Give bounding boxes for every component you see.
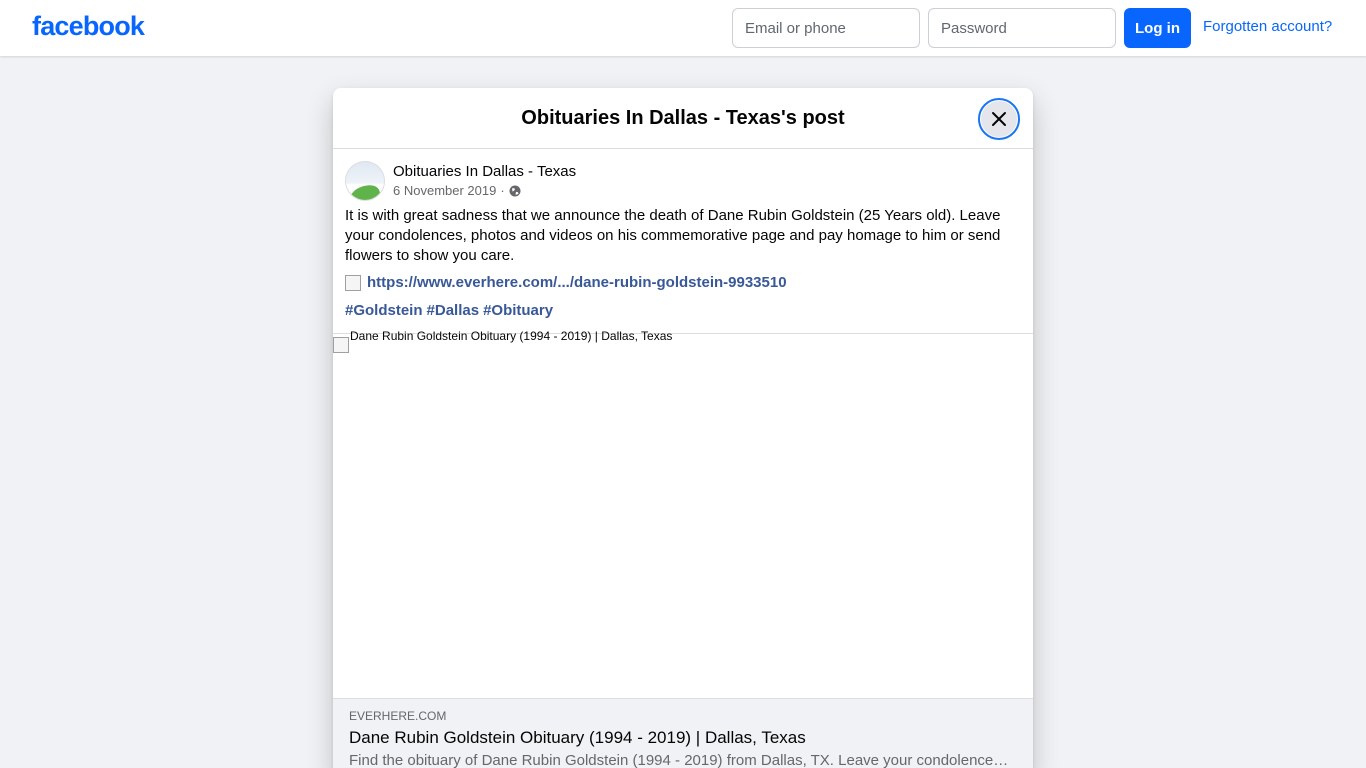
- hashtag-obituary[interactable]: #Obituary: [483, 302, 553, 319]
- login-button[interactable]: Log in: [1124, 8, 1191, 48]
- facebook-logo[interactable]: facebook: [32, 11, 145, 42]
- avatar[interactable]: [345, 161, 385, 201]
- preview-domain: EVERHERE.COM: [349, 709, 447, 723]
- post-link[interactable]: https://www.everhere.com/.../dane-rubin-…: [367, 274, 787, 291]
- close-icon: [992, 112, 1006, 126]
- top-bar: facebook Log in Forgotten account?: [0, 0, 1366, 56]
- globe-icon: [509, 185, 521, 196]
- hashtag-goldstein[interactable]: #Goldstein: [345, 302, 423, 319]
- preview-description: Find the obituary of Dane Rubin Goldstei…: [349, 752, 1009, 768]
- link-preview[interactable]: EVERHERE.COM Dane Rubin Goldstein Obitua…: [333, 698, 1033, 768]
- broken-image-icon: [333, 337, 349, 353]
- dialog-title: Obituaries In Dallas - Texas's post: [521, 107, 845, 129]
- post-dialog: Obituaries In Dallas - Texas's post Obit…: [333, 88, 1033, 768]
- hashtag-dallas[interactable]: #Dallas: [427, 302, 480, 319]
- password-field[interactable]: [928, 8, 1116, 48]
- post-text: It is with great sadness that we announc…: [345, 207, 1001, 264]
- close-button[interactable]: [978, 98, 1020, 140]
- page-name[interactable]: Obituaries In Dallas - Texas: [393, 163, 576, 180]
- post-link-row: https://www.everhere.com/.../dane-rubin-…: [345, 274, 787, 291]
- post-meta: 6 November 2019 ·: [393, 183, 521, 198]
- meta-separator: ·: [500, 183, 505, 198]
- post-date[interactable]: 6 November 2019: [393, 183, 496, 198]
- broken-image-icon: [345, 274, 361, 291]
- image-alt-text: Dane Rubin Goldstein Obituary (1994 - 20…: [350, 329, 673, 343]
- hashtags: #Goldstein #Dallas #Obituary: [345, 302, 553, 319]
- email-field[interactable]: [732, 8, 920, 48]
- dialog-header: Obituaries In Dallas - Texas's post: [333, 88, 1033, 149]
- attachment-image[interactable]: Dane Rubin Goldstein Obituary (1994 - 20…: [333, 329, 1033, 699]
- preview-title: Dane Rubin Goldstein Obituary (1994 - 20…: [349, 728, 806, 747]
- post-header: Obituaries In Dallas - Texas 6 November …: [345, 161, 1005, 201]
- forgotten-account-link[interactable]: Forgotten account?: [1203, 18, 1332, 35]
